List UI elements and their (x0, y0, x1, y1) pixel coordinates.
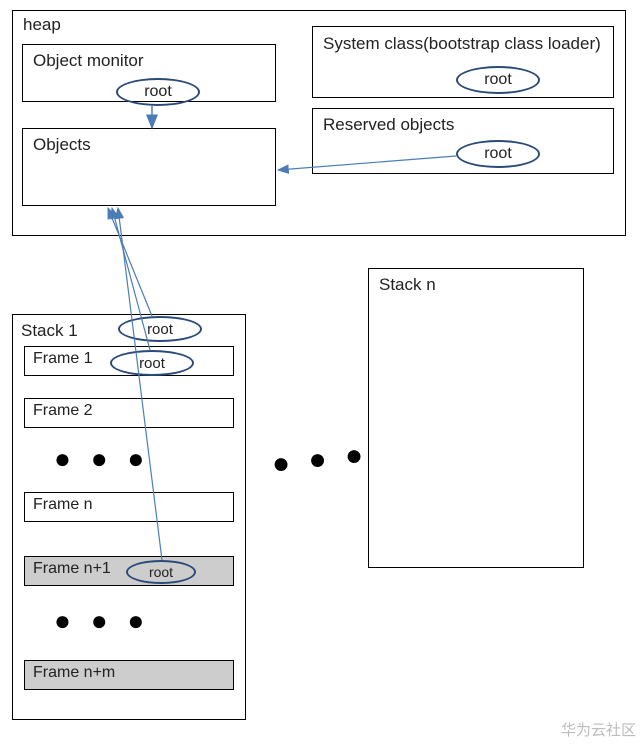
objects-label: Objects (33, 135, 91, 154)
reserved-objects-root-ellipse: root (456, 140, 540, 168)
between-stacks-dots: ● ● ● (272, 452, 365, 467)
object-monitor-label: Object monitor (33, 51, 144, 70)
reserved-objects-root: root (484, 145, 512, 163)
frame-n: Frame n (24, 492, 234, 522)
stack-n-container: Stack n (368, 268, 584, 568)
frame-1-root: root (139, 355, 165, 372)
frame-2: Frame 2 (24, 398, 234, 428)
frame-2-label: Frame 2 (33, 402, 93, 419)
frame-n-plus-m-label: Frame n+m (33, 664, 115, 681)
watermark: 华为云社区 (561, 719, 636, 740)
frame-1-label: Frame 1 (33, 350, 93, 367)
stack1-title-root-ellipse: root (118, 316, 202, 342)
frame-n-plus-m: Frame n+m (24, 660, 234, 690)
object-monitor-root-ellipse: root (116, 78, 200, 106)
frame-1-root-ellipse: root (110, 350, 194, 376)
reserved-objects-label: Reserved objects (323, 115, 454, 134)
stack-n-title: Stack n (379, 275, 436, 294)
reserved-objects-box: Reserved objects (312, 108, 614, 174)
object-monitor-root: root (144, 83, 172, 101)
frame-n-plus-1-root: root (149, 564, 173, 580)
frame-n-plus-1-label: Frame n+1 (33, 560, 111, 577)
system-class-root-ellipse: root (456, 66, 540, 94)
heap-title: heap (23, 15, 61, 34)
frame-n-label: Frame n (33, 496, 93, 513)
system-class-root: root (484, 71, 512, 89)
system-class-label: System class(bootstrap class loader) (323, 34, 601, 53)
stack1-title: Stack 1 (21, 321, 78, 340)
stack1-dots-1: ● ● ● (54, 452, 150, 466)
stack1-dots-2: ● ● ● (54, 614, 150, 628)
frame-n-plus-1-root-ellipse: root (126, 560, 196, 584)
objects-box: Objects (22, 128, 276, 206)
stack1-title-root: root (147, 321, 173, 338)
